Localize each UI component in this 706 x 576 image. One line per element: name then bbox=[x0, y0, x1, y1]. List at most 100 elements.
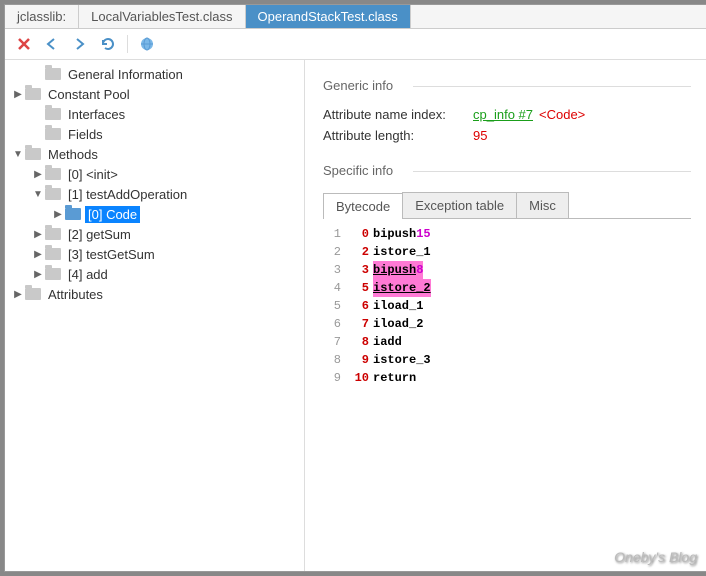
close-icon[interactable] bbox=[15, 35, 33, 53]
tree-item[interactable]: ▶ [2] getSum bbox=[5, 224, 304, 244]
tree-item[interactable]: ▶General Information bbox=[5, 64, 304, 84]
globe-icon[interactable] bbox=[138, 35, 156, 53]
chevron-icon[interactable]: ▶ bbox=[11, 89, 25, 100]
tree-item[interactable]: ▶Attributes bbox=[5, 284, 304, 304]
bytecode-row: 56 iload_1 bbox=[323, 297, 691, 315]
attr-len-row: Attribute length: 95 bbox=[323, 128, 691, 143]
line-number: 6 bbox=[323, 315, 341, 333]
tree-item[interactable]: ▶Interfaces bbox=[5, 104, 304, 124]
specific-tab[interactable]: Exception table bbox=[402, 192, 517, 218]
file-tab[interactable]: LocalVariablesTest.class bbox=[79, 5, 245, 28]
opcode: istore_2 bbox=[373, 279, 431, 297]
tree-label: Constant Pool bbox=[45, 86, 133, 103]
pc-offset: 6 bbox=[351, 297, 369, 315]
file-tab[interactable]: jclasslib: bbox=[5, 5, 79, 28]
tree-item[interactable]: ▶Fields bbox=[5, 124, 304, 144]
folder-icon bbox=[25, 148, 41, 160]
chevron-icon[interactable]: ▶ bbox=[11, 289, 25, 300]
specific-info-title: Specific info bbox=[323, 163, 691, 178]
file-tabs: jclasslib:LocalVariablesTest.classOperan… bbox=[5, 5, 706, 29]
tree-label: Methods bbox=[45, 146, 101, 163]
tree-item[interactable]: ▼ Methods bbox=[5, 144, 304, 164]
folder-icon bbox=[45, 188, 61, 200]
chevron-icon[interactable]: ▶ bbox=[31, 229, 45, 240]
opcode: iload_2 bbox=[373, 315, 423, 333]
tree-item[interactable]: ▶ [3] testGetSum bbox=[5, 244, 304, 264]
bytecode-row: 78 iadd bbox=[323, 333, 691, 351]
bytecode-row: 45 istore_2 bbox=[323, 279, 691, 297]
tree-item[interactable]: ▶ [0] Code bbox=[5, 204, 304, 224]
operand: 15 bbox=[416, 225, 430, 243]
attr-len-value: 95 bbox=[473, 128, 487, 143]
opcode: iadd bbox=[373, 333, 402, 351]
chevron-icon[interactable]: ▶ bbox=[51, 209, 65, 220]
pc-offset: 0 bbox=[351, 225, 369, 243]
tree-label: General Information bbox=[65, 66, 186, 83]
folder-icon bbox=[45, 228, 61, 240]
opcode: bipush bbox=[373, 261, 416, 279]
pc-offset: 2 bbox=[351, 243, 369, 261]
bytecode-row: 10 bipush 15 bbox=[323, 225, 691, 243]
chevron-icon[interactable]: ▶ bbox=[31, 249, 45, 260]
attr-name-row: Attribute name index: cp_info #7 <Code> bbox=[323, 107, 691, 122]
line-number: 2 bbox=[323, 243, 341, 261]
opcode: iload_1 bbox=[373, 297, 423, 315]
folder-icon bbox=[65, 208, 81, 220]
forward-icon[interactable] bbox=[71, 35, 89, 53]
specific-tab[interactable]: Misc bbox=[516, 192, 569, 218]
code-tag: <Code> bbox=[539, 107, 585, 122]
tree-label: [4] add bbox=[65, 266, 111, 283]
cp-info-link[interactable]: cp_info #7 bbox=[473, 107, 533, 122]
opcode: return bbox=[373, 369, 416, 387]
tree-label: [2] getSum bbox=[65, 226, 134, 243]
line-number: 8 bbox=[323, 351, 341, 369]
chevron-icon[interactable]: ▼ bbox=[31, 189, 45, 200]
tree-item[interactable]: ▼ [1] testAddOperation bbox=[5, 184, 304, 204]
separator bbox=[127, 35, 128, 53]
chevron-icon[interactable]: ▼ bbox=[11, 149, 25, 160]
content-area: ▶General Information▶Constant Pool▶Inter… bbox=[5, 60, 706, 571]
opcode: bipush bbox=[373, 225, 416, 243]
tree-panel: ▶General Information▶Constant Pool▶Inter… bbox=[5, 60, 305, 571]
chevron-icon[interactable]: ▶ bbox=[31, 269, 45, 280]
pc-offset: 9 bbox=[351, 351, 369, 369]
operand: 8 bbox=[416, 261, 423, 279]
main-window: jclasslib:LocalVariablesTest.classOperan… bbox=[4, 4, 706, 572]
folder-icon bbox=[45, 168, 61, 180]
folder-icon bbox=[45, 128, 61, 140]
tree-label: Fields bbox=[65, 126, 106, 143]
pc-offset: 8 bbox=[351, 333, 369, 351]
file-tab[interactable]: OperandStackTest.class bbox=[246, 5, 411, 28]
specific-tab[interactable]: Bytecode bbox=[323, 193, 403, 219]
refresh-icon[interactable] bbox=[99, 35, 117, 53]
tree-label: [0] Code bbox=[85, 206, 140, 223]
specific-tabs: BytecodeException tableMisc bbox=[323, 192, 691, 219]
folder-icon bbox=[25, 88, 41, 100]
line-number: 5 bbox=[323, 297, 341, 315]
folder-icon bbox=[45, 68, 61, 80]
pc-offset: 10 bbox=[351, 369, 369, 387]
tree-item[interactable]: ▶ Constant Pool bbox=[5, 84, 304, 104]
bytecode-listing: 10 bipush 1522 istore_133 bipush 845 ist… bbox=[323, 225, 691, 387]
chevron-icon[interactable]: ▶ bbox=[31, 169, 45, 180]
bytecode-row: 89 istore_3 bbox=[323, 351, 691, 369]
tree-item[interactable]: ▶ [0] <init> bbox=[5, 164, 304, 184]
back-icon[interactable] bbox=[43, 35, 61, 53]
tree-label: Interfaces bbox=[65, 106, 128, 123]
bytecode-row: 22 istore_1 bbox=[323, 243, 691, 261]
folder-icon bbox=[45, 108, 61, 120]
tree-label: [0] <init> bbox=[65, 166, 121, 183]
tree-label: [1] testAddOperation bbox=[65, 186, 190, 203]
line-number: 7 bbox=[323, 333, 341, 351]
tree-item[interactable]: ▶ [4] add bbox=[5, 264, 304, 284]
tree-label: [3] testGetSum bbox=[65, 246, 158, 263]
attr-len-label: Attribute length: bbox=[323, 128, 473, 143]
opcode: istore_1 bbox=[373, 243, 431, 261]
bytecode-row: 67 iload_2 bbox=[323, 315, 691, 333]
line-number: 9 bbox=[323, 369, 341, 387]
opcode: istore_3 bbox=[373, 351, 431, 369]
line-number: 4 bbox=[323, 279, 341, 297]
pc-offset: 7 bbox=[351, 315, 369, 333]
folder-icon bbox=[45, 268, 61, 280]
watermark: Oneby's Blog bbox=[614, 549, 697, 565]
